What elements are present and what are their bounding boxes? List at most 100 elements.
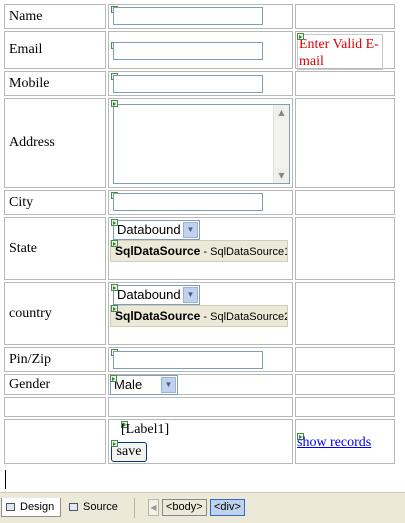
cell-name-extra bbox=[295, 4, 395, 29]
country-dropdown[interactable]: Databound ▼ bbox=[113, 285, 200, 305]
cell-name-label: Name bbox=[4, 4, 106, 29]
control-glyph-icon bbox=[111, 100, 118, 107]
breadcrumb-div[interactable]: <div> bbox=[210, 499, 245, 516]
row-spacer bbox=[4, 397, 395, 417]
gender-dropdown[interactable]: Male ▼ bbox=[110, 375, 178, 395]
city-input[interactable] bbox=[113, 193, 263, 211]
scroll-up-icon[interactable]: ▲ bbox=[274, 105, 289, 120]
country-label: country bbox=[9, 305, 52, 321]
cell-spacer-2 bbox=[108, 397, 293, 417]
pin-input[interactable] bbox=[113, 351, 263, 369]
cell-mobile-input bbox=[108, 71, 293, 96]
email-input[interactable] bbox=[113, 42, 263, 60]
cell-pin-label: Pin/Zip bbox=[4, 347, 106, 372]
cell-pin-input bbox=[108, 347, 293, 372]
cell-gender-label: Gender bbox=[4, 374, 106, 395]
scroll-down-icon[interactable]: ▼ bbox=[274, 168, 289, 183]
control-glyph-icon bbox=[297, 33, 304, 40]
cell-address-extra bbox=[295, 98, 395, 188]
cell-actions-controls: [Label1] save bbox=[108, 419, 293, 464]
control-glyph-icon bbox=[111, 219, 118, 226]
chevron-down-icon[interactable]: ▼ bbox=[161, 377, 176, 393]
control-glyph-icon bbox=[111, 440, 118, 447]
state-dropdown-value: Databound bbox=[117, 222, 181, 237]
control-glyph-icon bbox=[111, 240, 118, 247]
editor-statusbar: Design Source ◀ <body> <div> bbox=[0, 492, 405, 523]
cell-city-extra bbox=[295, 190, 395, 215]
control-glyph-icon bbox=[111, 305, 118, 312]
country-dropdown-value: Databound bbox=[117, 287, 181, 302]
cell-name-input bbox=[108, 4, 293, 29]
registration-form-table: Name Email Enter Valid E-mail Mobile Add… bbox=[2, 2, 397, 466]
text-caret bbox=[5, 470, 6, 489]
source-view-icon bbox=[69, 503, 78, 511]
gender-label: Gender bbox=[9, 376, 51, 392]
row-actions: [Label1] save show records bbox=[4, 419, 395, 464]
chevron-left-icon[interactable]: ◀ bbox=[148, 499, 159, 516]
cell-address-label: Address bbox=[4, 98, 106, 188]
cell-mobile-label: Mobile bbox=[4, 71, 106, 96]
statusbar-divider bbox=[134, 498, 135, 518]
row-email: Email Enter Valid E-mail bbox=[4, 31, 395, 70]
tab-source[interactable]: Source bbox=[67, 498, 127, 517]
cell-pin-extra bbox=[295, 347, 395, 372]
city-label: City bbox=[9, 194, 34, 210]
row-city: City bbox=[4, 190, 395, 215]
address-textarea[interactable]: ▲ ▼ bbox=[113, 104, 290, 184]
country-sqldatasource[interactable]: SqlDataSource - SqlDataSource2 bbox=[110, 305, 288, 327]
gender-dropdown-value: Male bbox=[114, 377, 143, 392]
row-gender: Gender Male ▼ bbox=[4, 374, 395, 395]
cell-actions-empty bbox=[4, 419, 106, 464]
state-label: State bbox=[9, 240, 37, 256]
tab-source-label: Source bbox=[83, 501, 118, 513]
datasource-id: - SqlDataSource1 bbox=[200, 246, 288, 258]
control-glyph-icon bbox=[110, 375, 117, 382]
datasource-type: SqlDataSource bbox=[115, 244, 201, 258]
cell-actions-link: show records bbox=[295, 419, 395, 464]
row-address: Address ▲ ▼ bbox=[4, 98, 395, 188]
cell-spacer-3 bbox=[295, 397, 395, 417]
row-country: country Databound ▼ SqlDataSource - SqlD… bbox=[4, 282, 395, 345]
mobile-input[interactable] bbox=[113, 75, 263, 93]
chevron-down-icon[interactable]: ▼ bbox=[183, 287, 198, 303]
cell-country-extra bbox=[295, 282, 395, 345]
cell-spacer-1 bbox=[4, 397, 106, 417]
datasource-id: - SqlDataSource2 bbox=[200, 311, 288, 323]
email-validator-message: Enter Valid E-mail bbox=[297, 34, 383, 70]
datasource-type: SqlDataSource bbox=[115, 309, 201, 323]
cell-mobile-extra bbox=[295, 71, 395, 96]
chevron-down-icon[interactable]: ▼ bbox=[183, 222, 198, 238]
label1-control: [Label1] bbox=[121, 422, 170, 437]
tab-design[interactable]: Design bbox=[1, 498, 61, 517]
cell-country-input: Databound ▼ SqlDataSource - SqlDataSourc… bbox=[108, 282, 293, 345]
cell-email-validator: Enter Valid E-mail bbox=[295, 31, 395, 70]
cell-email-label: Email bbox=[4, 31, 106, 69]
designer-canvas: Name Email Enter Valid E-mail Mobile Add… bbox=[0, 0, 405, 492]
row-state: State Databound ▼ SqlDataSource - SqlDat… bbox=[4, 217, 395, 280]
state-sqldatasource[interactable]: SqlDataSource - SqlDataSource1 bbox=[110, 240, 288, 262]
row-pin: Pin/Zip bbox=[4, 347, 395, 372]
cell-address-input: ▲ ▼ bbox=[108, 98, 293, 188]
cell-state-input: Databound ▼ SqlDataSource - SqlDataSourc… bbox=[108, 217, 293, 280]
show-records-link[interactable]: show records bbox=[297, 435, 371, 451]
control-glyph-icon bbox=[111, 284, 118, 291]
row-mobile: Mobile bbox=[4, 71, 395, 96]
name-input[interactable] bbox=[113, 7, 263, 25]
state-dropdown[interactable]: Databound ▼ bbox=[113, 220, 200, 240]
address-scrollbar[interactable]: ▲ ▼ bbox=[273, 105, 289, 183]
cell-email-input bbox=[108, 31, 293, 69]
row-name: Name bbox=[4, 4, 395, 29]
design-view-icon bbox=[6, 503, 15, 511]
cell-state-label: State bbox=[4, 217, 106, 280]
cell-state-extra bbox=[295, 217, 395, 280]
cell-country-label: country bbox=[4, 282, 106, 345]
email-label: Email bbox=[9, 42, 43, 57]
tab-design-label: Design bbox=[20, 501, 55, 513]
cell-city-input bbox=[108, 190, 293, 215]
breadcrumb-body[interactable]: <body> bbox=[162, 499, 207, 516]
address-label: Address bbox=[9, 135, 55, 150]
cell-city-label: City bbox=[4, 190, 106, 215]
mobile-label: Mobile bbox=[9, 75, 50, 91]
cell-gender-input: Male ▼ bbox=[108, 374, 293, 395]
name-label: Name bbox=[9, 8, 43, 24]
